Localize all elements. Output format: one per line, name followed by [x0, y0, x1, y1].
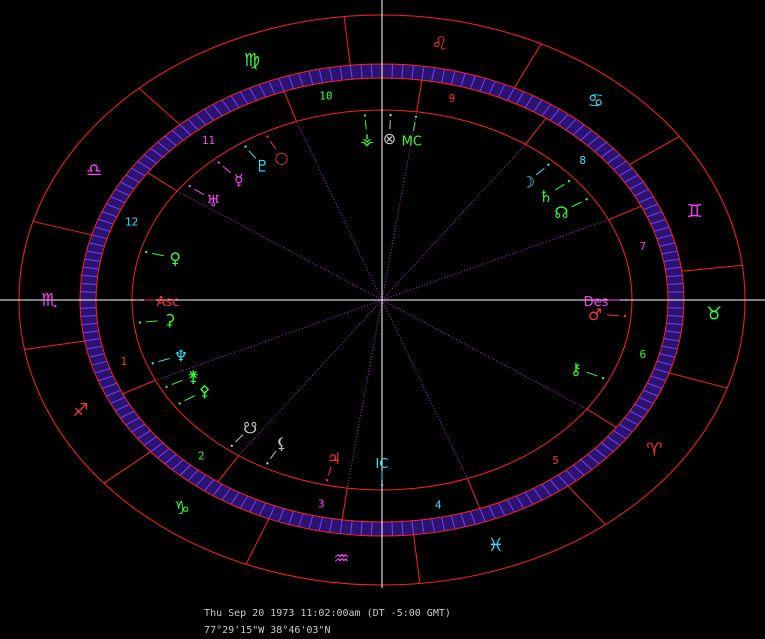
- house-number-8: 8: [579, 154, 586, 167]
- venus-icon: ♀: [169, 249, 181, 268]
- house-number-10: 10: [319, 90, 332, 103]
- moon-icon: ☽: [521, 173, 535, 192]
- libra-glyph: ♎: [86, 160, 102, 181]
- pluto-dot: [244, 145, 246, 147]
- degree-tick: [371, 522, 372, 536]
- saturn-dot: [568, 180, 570, 182]
- pisces-glyph: ♓: [488, 535, 504, 556]
- jupiter-icon: ♃: [327, 449, 341, 468]
- house-number-5: 5: [552, 454, 559, 467]
- status-date: Thu Sep 20 1973 11:02:00am (DT -5:00 GMT…: [204, 608, 451, 619]
- cancer-glyph: ♋: [588, 90, 604, 111]
- mercury-dot: [218, 161, 220, 163]
- house-number-6: 6: [639, 348, 646, 361]
- house-number-12: 12: [125, 216, 138, 229]
- south-node-icon: ☋: [243, 419, 257, 438]
- pluto-icon: ♇: [255, 157, 269, 176]
- neptune-dot: [152, 362, 154, 364]
- jupiter-dot: [326, 479, 328, 481]
- house-number-7: 7: [639, 240, 646, 253]
- house-number-1: 1: [120, 355, 127, 368]
- lilith-icon: ⚸: [276, 434, 288, 453]
- juno-dot: [165, 386, 167, 388]
- house-number-9: 9: [449, 92, 456, 105]
- status-coords: 77°29'15"W 38°46'03"N: [204, 625, 330, 636]
- des-icon: Des: [584, 295, 609, 310]
- lilith-dot: [266, 462, 268, 464]
- ceres-dot: [139, 321, 141, 323]
- scorpio-glyph: ♏: [41, 290, 57, 311]
- vesta-dot: [364, 114, 366, 116]
- house-number-3: 3: [318, 498, 325, 511]
- saturn-icon: ♄: [539, 187, 553, 206]
- house-number-11: 11: [202, 134, 215, 147]
- ic-icon: IC: [376, 457, 389, 472]
- capricorn-glyph: ♑: [174, 498, 190, 519]
- uranus-icon: ♅: [206, 191, 220, 210]
- chiron-dot: [602, 377, 604, 379]
- ic-dot: [381, 484, 383, 486]
- aquarius-glyph: ♒: [333, 549, 349, 570]
- node-dot: [585, 198, 587, 200]
- aries-glyph: ♈: [646, 439, 662, 460]
- mc-dot: [415, 116, 417, 118]
- leo-glyph: ♌: [432, 33, 448, 54]
- virgo-glyph: ♍: [244, 50, 260, 71]
- degree-tick: [371, 64, 372, 78]
- house-number-2: 2: [198, 449, 205, 462]
- asc-dot: [137, 299, 139, 301]
- juno-icon: ⚵: [187, 367, 199, 386]
- sun-icon: ⊗: [383, 129, 396, 148]
- degree-tick: [392, 64, 393, 78]
- degree-tick: [392, 522, 393, 536]
- chart-wheel: ♏♎♍♌♋♊♉♈♓♒♑♐ 123456789101112 MC⊗⚶☽♄☊♇○☿♅…: [0, 0, 765, 605]
- vesta-icon: ⚶: [360, 129, 374, 148]
- circle-dot: [266, 135, 268, 137]
- sagittarius-glyph: ♐: [73, 400, 89, 421]
- gemini-glyph: ♊: [686, 201, 702, 222]
- taurus-glyph: ♉: [706, 304, 722, 325]
- house-number-4: 4: [435, 498, 442, 511]
- mercury-icon: ☿: [234, 171, 244, 190]
- mars-dot: [624, 315, 626, 317]
- des-dot: [625, 299, 627, 301]
- moon-dot: [547, 163, 549, 165]
- chiron-icon: ⚷: [570, 359, 582, 378]
- mc-icon: MC: [402, 135, 422, 150]
- status-bar: Thu Sep 20 1973 11:02:00am (DT -5:00 GMT…: [0, 588, 765, 605]
- south-node-dot: [231, 445, 233, 447]
- node-icon: ☊: [554, 203, 568, 222]
- ceres-icon: ⚳: [164, 311, 176, 330]
- neptune-icon: ♆: [174, 346, 188, 365]
- pallas-dot: [179, 402, 181, 404]
- asc-icon: Asc: [157, 295, 180, 310]
- circle-icon: ○: [275, 148, 289, 167]
- venus-dot: [145, 251, 147, 253]
- uranus-dot: [189, 185, 191, 187]
- pallas-icon: ⚴: [199, 382, 211, 401]
- sun-dot: [389, 114, 391, 116]
